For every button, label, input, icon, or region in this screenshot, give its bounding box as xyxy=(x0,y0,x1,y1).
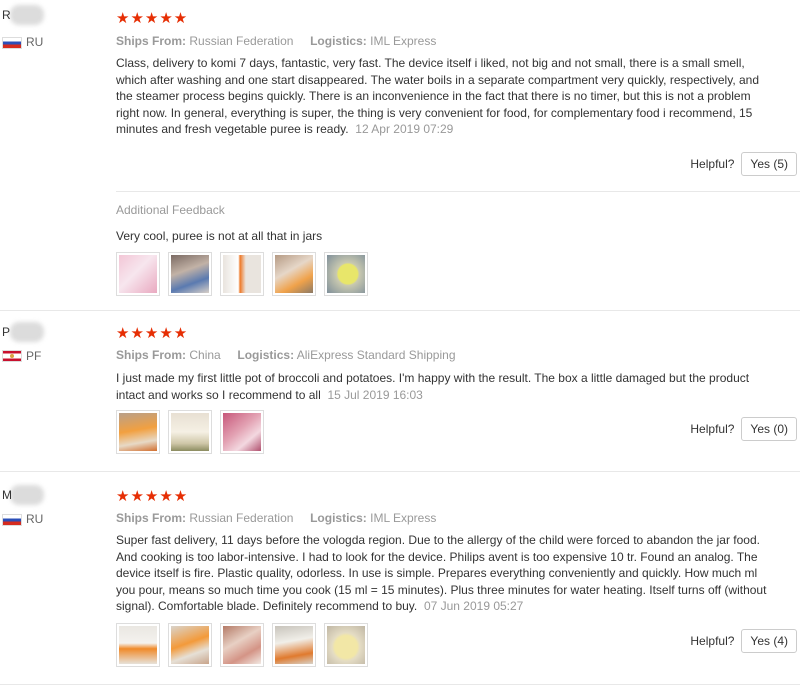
review-text: Class, delivery to komi 7 days, fantasti… xyxy=(116,55,776,138)
review-photo[interactable] xyxy=(220,410,264,454)
additional-feedback-text: Very cool, puree is not at all that in j… xyxy=(116,229,323,243)
review-photo[interactable] xyxy=(116,252,160,296)
ships-from-label: Ships From: xyxy=(116,34,187,48)
shipping-info: Ships From: China Logistics: AliExpress … xyxy=(116,348,456,362)
logistics-label: Logistics: xyxy=(310,511,367,525)
ships-from-label: Ships From: xyxy=(116,348,187,362)
review-text: Super fast delivery, 11 days before the … xyxy=(116,532,776,615)
reviewer-initial: P xyxy=(2,325,11,339)
review-date: 07 Jun 2019 05:27 xyxy=(423,599,524,613)
review-separator xyxy=(0,471,800,472)
logistics-label: Logistics: xyxy=(237,348,295,362)
logistics-value: AliExpress Standard Shipping xyxy=(296,348,456,362)
review-photo[interactable] xyxy=(168,252,212,296)
logistics-value: IML Express xyxy=(370,511,437,525)
review-date: 15 Jul 2019 16:03 xyxy=(327,387,423,402)
review-photo[interactable] xyxy=(116,410,160,454)
review-photo[interactable] xyxy=(168,410,212,454)
helpful-yes-button[interactable]: Yes (0) xyxy=(741,417,797,441)
shipping-info: Ships From: Russian Federation Logistics… xyxy=(116,34,436,48)
review-photos xyxy=(116,252,368,296)
reviewer-country: RU xyxy=(26,35,44,49)
helpful-label: Helpful? xyxy=(690,422,735,436)
reviewer-name-blur xyxy=(10,322,44,342)
review-body: I just made my first little pot of brocc… xyxy=(116,371,750,402)
flag-pf-icon xyxy=(2,350,22,362)
reviewer-initial: M xyxy=(2,488,12,502)
ships-from-value: China xyxy=(189,348,221,362)
additional-feedback-label: Additional Feedback xyxy=(116,203,225,217)
ships-from-value: Russian Federation xyxy=(189,34,294,48)
reviewer-country: RU xyxy=(26,512,44,526)
review-separator xyxy=(0,684,800,685)
flag-ru-icon xyxy=(2,37,22,49)
reviewer-name-blur xyxy=(10,485,44,505)
review-photo[interactable] xyxy=(168,623,212,667)
helpful-section: Helpful? Yes (0) xyxy=(690,417,797,441)
divider xyxy=(116,191,800,192)
review-photo[interactable] xyxy=(324,252,368,296)
ships-from-value: Russian Federation xyxy=(189,511,294,525)
star-rating: ★★★★★ xyxy=(116,325,189,342)
helpful-section: Helpful? Yes (5) xyxy=(690,152,797,176)
review-text: I just made my first little pot of brocc… xyxy=(116,370,776,403)
helpful-yes-button[interactable]: Yes (5) xyxy=(741,152,797,176)
star-rating: ★★★★★ xyxy=(116,488,189,505)
review-date: 12 Apr 2019 07:29 xyxy=(355,122,454,136)
review-separator xyxy=(0,310,800,311)
reviewer-name-blur xyxy=(10,5,44,25)
logistics-value: IML Express xyxy=(370,34,437,48)
shipping-info: Ships From: Russian Federation Logistics… xyxy=(116,511,436,525)
helpful-label: Helpful? xyxy=(690,157,735,171)
review-photo[interactable] xyxy=(272,623,316,667)
review-photo[interactable] xyxy=(220,252,264,296)
logistics-label: Logistics: xyxy=(310,34,367,48)
helpful-yes-button[interactable]: Yes (4) xyxy=(741,629,797,653)
flag-ru-icon xyxy=(2,514,22,526)
reviewer-country: PF xyxy=(26,349,42,363)
review-photo[interactable] xyxy=(324,623,368,667)
review-photo[interactable] xyxy=(220,623,264,667)
reviewer-initial: R xyxy=(2,8,11,22)
ships-from-label: Ships From: xyxy=(116,511,187,525)
star-rating: ★★★★★ xyxy=(116,10,189,27)
review-photo[interactable] xyxy=(116,623,160,667)
helpful-label: Helpful? xyxy=(690,634,735,648)
review-photos xyxy=(116,410,264,454)
helpful-section: Helpful? Yes (4) xyxy=(690,629,797,653)
review-photo[interactable] xyxy=(272,252,316,296)
review-photos xyxy=(116,623,368,667)
